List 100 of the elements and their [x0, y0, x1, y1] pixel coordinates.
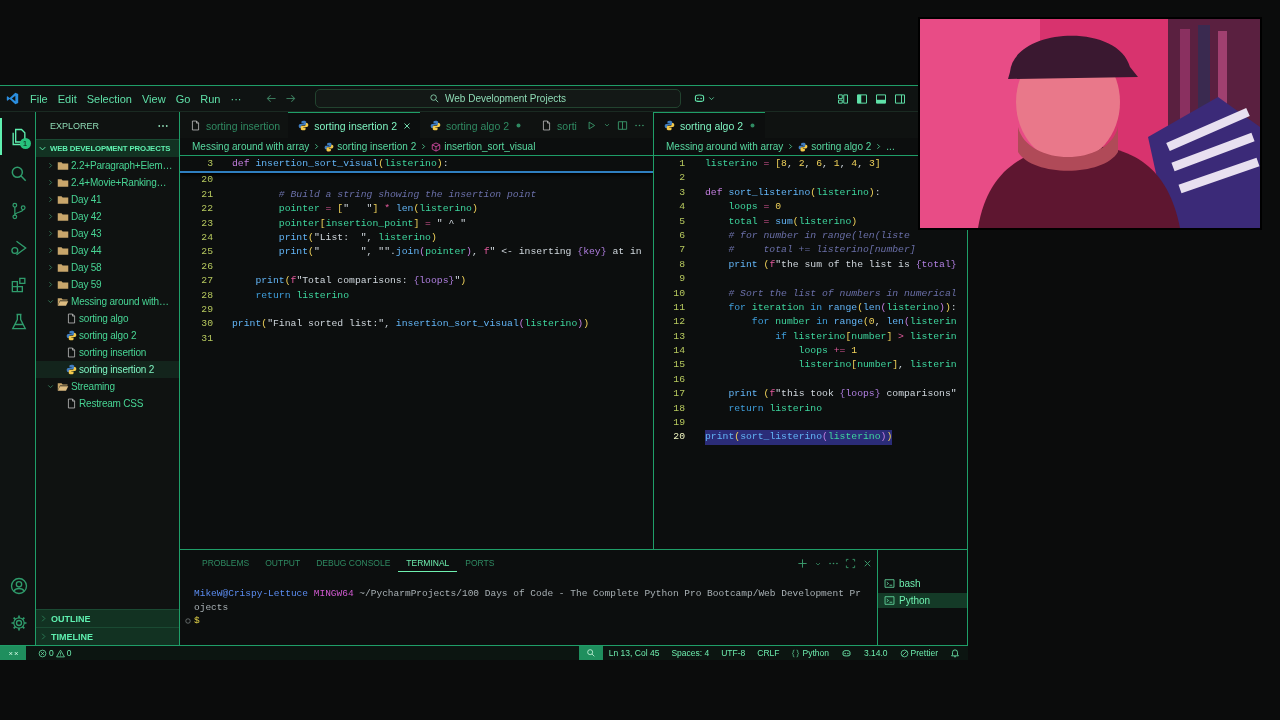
close-icon[interactable] — [862, 558, 873, 569]
maximize-icon[interactable] — [845, 558, 856, 569]
caret-icon[interactable] — [603, 121, 611, 129]
status-item[interactable]: Ln 13, Col 45 — [602, 646, 666, 660]
prettier-button[interactable]: Prettier — [893, 646, 944, 660]
terminal-item[interactable]: Python — [878, 593, 967, 608]
tree-item[interactable]: sorting algo — [36, 310, 179, 327]
tree-item[interactable]: Restream CSS — [36, 395, 179, 412]
section-header[interactable]: OUTLINE — [36, 609, 179, 627]
tree-item[interactable]: sorting insertion 2 — [36, 361, 179, 378]
editor-tab[interactable]: sorti — [531, 112, 585, 138]
status-circle-icon — [184, 616, 192, 625]
breadcrumb[interactable]: ... — [886, 141, 895, 152]
tree-item[interactable]: Day 42 — [36, 208, 179, 225]
panel-tab[interactable]: PORTS — [457, 555, 503, 572]
status-item[interactable]: CRLF — [751, 646, 786, 660]
line-number: 19 — [672, 416, 686, 431]
code-line: total = sum(listerino) — [727, 214, 858, 229]
caret-icon[interactable] — [706, 94, 716, 103]
menu-item[interactable]: View — [136, 90, 171, 107]
tree-item[interactable]: Messing around with… — [36, 293, 179, 310]
line-number: 24 — [200, 230, 214, 245]
close-icon[interactable] — [402, 120, 412, 131]
plus-icon[interactable] — [797, 558, 808, 569]
code-line: # Sort the list of numbers in numerical — [727, 286, 957, 301]
warning-icon — [55, 648, 65, 658]
search-field[interactable]: Web Development Projects — [314, 89, 681, 108]
menu-item[interactable]: ··· — [225, 90, 247, 107]
line-number: 6 — [678, 228, 686, 243]
editor-tab[interactable]: sorting algo 2 — [420, 112, 532, 138]
panel-tab[interactable]: OUTPUT — [257, 555, 309, 572]
chevron-icon — [46, 382, 55, 391]
line-number: 30 — [200, 317, 214, 332]
tree-item[interactable]: Day 58 — [36, 259, 179, 276]
forward-arrow-icon[interactable] — [283, 92, 297, 105]
editor-tab[interactable]: sorting algo 2 — [654, 112, 766, 138]
python-file-icon — [664, 120, 675, 131]
code-line: listerino[number], listerin — [797, 358, 957, 373]
breadcrumb[interactable]: sorting insertion 2 — [324, 141, 417, 152]
tree-item[interactable]: sorting insertion — [36, 344, 179, 361]
folder-icon — [57, 159, 69, 172]
tree-item[interactable]: Day 44 — [36, 242, 179, 259]
breadcrumb[interactable]: Messing around with array — [666, 141, 784, 152]
tree-item[interactable]: Streaming — [36, 378, 179, 395]
line-number: 14 — [672, 344, 686, 359]
code-line: print (f"this took {loops} comparisons" — [727, 387, 957, 402]
status-item[interactable]: UTF-8 — [715, 646, 752, 660]
account-icon[interactable] — [8, 575, 29, 596]
file-icon — [66, 347, 77, 358]
layout-icon[interactable] — [875, 92, 887, 105]
bell-icon[interactable] — [950, 648, 960, 658]
layout-icon[interactable] — [837, 92, 849, 105]
folder-icon — [57, 380, 69, 393]
language-button[interactable]: Python — [785, 646, 835, 660]
status-item[interactable]: Spaces: 4 — [665, 646, 716, 660]
panel-tab[interactable]: PROBLEMS — [194, 555, 258, 572]
menu-item[interactable]: Selection — [81, 90, 137, 107]
breadcrumb[interactable]: sorting algo 2 — [798, 141, 872, 152]
back-arrow-icon[interactable] — [264, 92, 278, 105]
editor-tab[interactable]: sorting insertion 2 — [288, 112, 420, 138]
menu-item[interactable]: Edit — [52, 90, 82, 107]
copilot-icon[interactable] — [840, 647, 852, 659]
split-editor-icon[interactable] — [617, 119, 628, 131]
error-icon — [38, 648, 47, 658]
code-line: pointer = [" "] * len(listerino) — [277, 202, 478, 217]
line-number: 10 — [672, 286, 686, 301]
menu-item[interactable]: File — [25, 90, 53, 107]
folder-icon — [57, 227, 69, 240]
menu-item[interactable]: Run — [195, 90, 226, 107]
breadcrumb[interactable]: Messing around with array — [192, 141, 310, 152]
terminal-item[interactable]: bash — [878, 576, 967, 591]
tree-item[interactable]: Day 41 — [36, 191, 179, 208]
tree-item[interactable]: 2.2+Paragraph+Elem… — [36, 157, 179, 174]
line-number: 5 — [678, 214, 686, 229]
tree-item[interactable]: Day 43 — [36, 225, 179, 242]
layout-icon[interactable] — [856, 92, 868, 105]
section-header[interactable]: TIMELINE — [36, 627, 179, 645]
problems-button[interactable]: 0 0 — [32, 646, 78, 660]
panel-tab[interactable]: DEBUG CONSOLE — [308, 555, 399, 572]
editor-tab[interactable]: sorting insertion — [180, 112, 289, 138]
breadcrumb[interactable]: insertion_sort_visual — [431, 141, 536, 152]
line-number: 26 — [200, 259, 214, 274]
line-number: 23 — [200, 216, 214, 231]
copilot-icon[interactable] — [692, 92, 706, 105]
python-file-icon — [324, 141, 335, 152]
app-logo-icon — [6, 92, 19, 105]
line-number: 29 — [200, 302, 214, 317]
menu-item[interactable]: Go — [170, 90, 196, 107]
panel-tab[interactable]: TERMINAL — [398, 555, 458, 572]
run-icon[interactable] — [586, 119, 597, 131]
terminal-line: MikeW@Crispy-Lettuce MINGW64 ~/PycharmProjects/100 Days of Code - The Complete Python Pro Bootcamp/Web Development Pr — [194, 587, 862, 601]
tree-item[interactable]: 2.4+Movie+Ranking… — [36, 174, 179, 191]
code-line: # total += listerino[number] — [727, 243, 916, 258]
code-line: return listerino — [254, 288, 350, 303]
tree-item[interactable]: sorting algo 2 — [36, 327, 179, 344]
zoom-button[interactable] — [578, 646, 603, 660]
python-file-icon — [430, 120, 441, 131]
status-item[interactable]: 3.14.0 — [857, 646, 894, 660]
layout-icon[interactable] — [894, 92, 906, 105]
tree-item[interactable]: Day 59 — [36, 276, 179, 293]
